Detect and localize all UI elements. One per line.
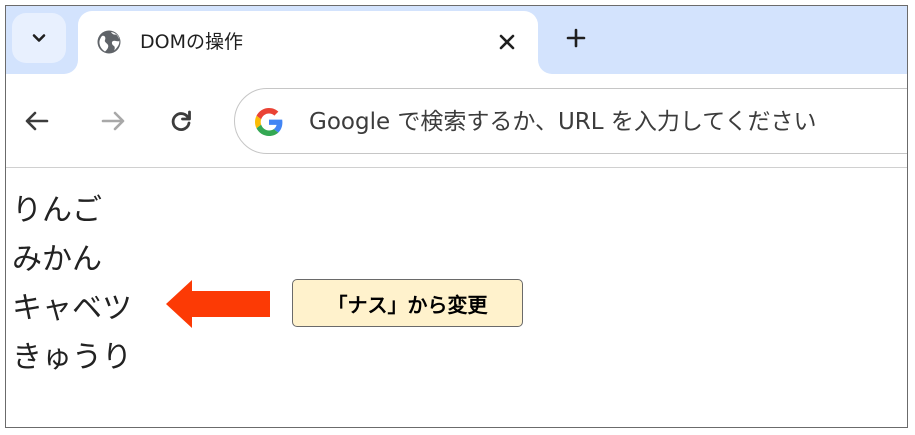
tab-active[interactable]: DOMの操作: [78, 11, 538, 74]
list-item: みかん: [12, 242, 102, 277]
reload-icon: [171, 110, 191, 131]
toolbar: Google で検索するか、URL を入力してください: [6, 74, 907, 168]
item-list: りんご みかん キャベツ きゅうり: [12, 186, 132, 382]
list-item: きゅうり: [12, 340, 132, 375]
close-tab-button[interactable]: [492, 27, 522, 57]
chevron-down-icon: [32, 34, 46, 42]
arrow-left-icon: [25, 111, 49, 131]
new-tab-button[interactable]: [558, 20, 594, 56]
list-item: りんご: [12, 193, 102, 228]
close-icon: [499, 34, 515, 50]
omnibox[interactable]: Google で検索するか、URL を入力してください: [234, 88, 907, 154]
google-g-icon: [255, 108, 283, 136]
annotation-text: 「ナス」から変更: [327, 292, 488, 317]
omnibox-placeholder: Google で検索するか、URL を入力してください: [309, 109, 817, 135]
forward-button[interactable]: [96, 104, 130, 138]
list-item-changed: キャベツ: [12, 291, 132, 326]
tab-search-button[interactable]: [12, 13, 66, 63]
plus-icon: [566, 28, 586, 48]
annotation-callout: 「ナス」から変更: [292, 279, 523, 327]
page-content: りんご みかん キャベツ きゅうり 「ナス」から変更: [6, 168, 907, 427]
reload-button[interactable]: [164, 104, 198, 138]
tab-strip: DOMの操作: [6, 6, 907, 74]
arrow-left-icon: [166, 280, 270, 328]
tab-title: DOMの操作: [140, 31, 243, 53]
arrow-right-icon: [101, 111, 125, 131]
back-button[interactable]: [20, 104, 54, 138]
globe-icon: [97, 30, 121, 54]
browser-window: DOMの操作 Google で検索するか、URL を入力してください りんご み…: [5, 5, 908, 428]
